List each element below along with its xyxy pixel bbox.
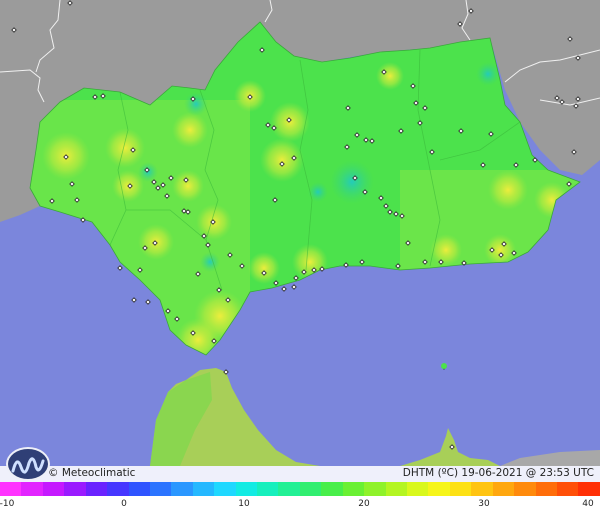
- scale-tick-label: 40: [582, 499, 594, 509]
- map-caption: DHTM (ºC) 19-06-2021 @ 23:53 UTC: [403, 467, 594, 479]
- scale-swatch: [321, 482, 343, 496]
- scale-tick-label: 0: [121, 499, 127, 509]
- color-scale-ticks: -10 0 10 20 30 40: [0, 496, 600, 517]
- scale-swatch: [171, 482, 193, 496]
- scale-swatch: [149, 482, 172, 496]
- scale-swatch: [385, 482, 408, 496]
- scale-swatch: [85, 482, 108, 496]
- scale-swatch: [192, 482, 215, 496]
- meteoclimatic-logo[interactable]: [6, 447, 50, 481]
- scale-swatch: [342, 482, 365, 496]
- datetime-label: 19-06-2021 @ 23:53 UTC: [461, 467, 594, 479]
- scale-swatch: [64, 482, 86, 496]
- scale-swatch: [107, 482, 129, 496]
- temperature-map: [0, 0, 600, 517]
- scale-swatch: [128, 482, 150, 496]
- variable-label: DHTM (ºC): [402, 467, 459, 479]
- logo-icon: [11, 457, 45, 474]
- scale-swatch: [278, 482, 300, 496]
- scale-swatch: [471, 482, 493, 496]
- copyright-text[interactable]: © Meteoclimatic: [48, 467, 135, 479]
- scale-tick-label: -10: [0, 499, 15, 509]
- scale-tick-label: 30: [478, 499, 490, 509]
- scale-swatch: [535, 482, 557, 496]
- scale-swatch: [514, 482, 536, 496]
- scale-swatch: [578, 482, 600, 496]
- scale-swatch: [299, 482, 322, 496]
- scale-swatch: [214, 482, 236, 496]
- color-scale-bar: [0, 482, 600, 496]
- scale-swatch: [235, 482, 258, 496]
- scale-swatch: [492, 482, 515, 496]
- scale-tick-label: 10: [238, 499, 250, 509]
- scale-swatch: [0, 482, 22, 496]
- scale-swatch: [428, 482, 450, 496]
- scale-swatch: [449, 482, 472, 496]
- scale-swatch: [364, 482, 386, 496]
- alboran-island: [441, 363, 447, 369]
- scale-swatch: [556, 482, 579, 496]
- scale-swatch: [407, 482, 429, 496]
- scale-swatch: [42, 482, 65, 496]
- scale-tick-label: 20: [358, 499, 370, 509]
- scale-swatch: [21, 482, 43, 496]
- scale-swatch: [257, 482, 279, 496]
